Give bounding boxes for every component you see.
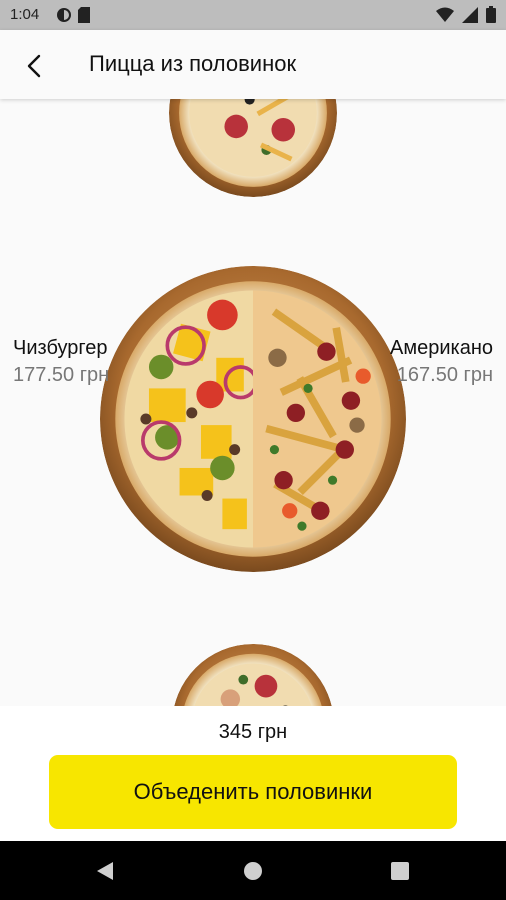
page-title: Пицца из половинок [89, 51, 297, 76]
pizza-carousel[interactable]: Чизбургер 177.50 грн Американо 167.50 гр… [0, 99, 506, 706]
home-circle-icon[interactable] [241, 859, 265, 883]
system-nav-bar [0, 841, 506, 900]
back-triangle-icon[interactable] [93, 859, 117, 883]
right-half-name: Американо [390, 337, 493, 359]
left-half-price: 177.50 грн [13, 364, 110, 386]
sd-card-icon [78, 7, 90, 23]
battery-icon [486, 6, 496, 23]
left-half-info: Чизбургер 177.50 грн [13, 337, 109, 387]
combine-halves-button[interactable]: Объеденить половинки [49, 755, 457, 829]
bottom-panel: 345 грн Объеденить половинки [0, 706, 506, 841]
pizza-half-combination [100, 266, 406, 572]
recents-square-icon[interactable] [388, 859, 412, 883]
app-bar: Пицца из половинок [0, 30, 506, 99]
right-half-price: 167.50 грн [396, 364, 493, 386]
total-price: 345 грн [218, 721, 288, 743]
signal-icon [462, 6, 478, 23]
status-bar: 1:04 [0, 0, 506, 30]
status-time: 1:04 [10, 6, 40, 23]
left-half-name: Чизбургер [13, 337, 108, 359]
pizza-preview-bottom[interactable] [172, 644, 334, 706]
data-saver-icon [57, 8, 71, 22]
chevron-left-icon[interactable] [18, 50, 50, 82]
right-half-info: Американо 167.50 грн [390, 337, 493, 387]
pizza-preview-top[interactable] [169, 99, 337, 197]
wifi-icon [436, 7, 454, 22]
